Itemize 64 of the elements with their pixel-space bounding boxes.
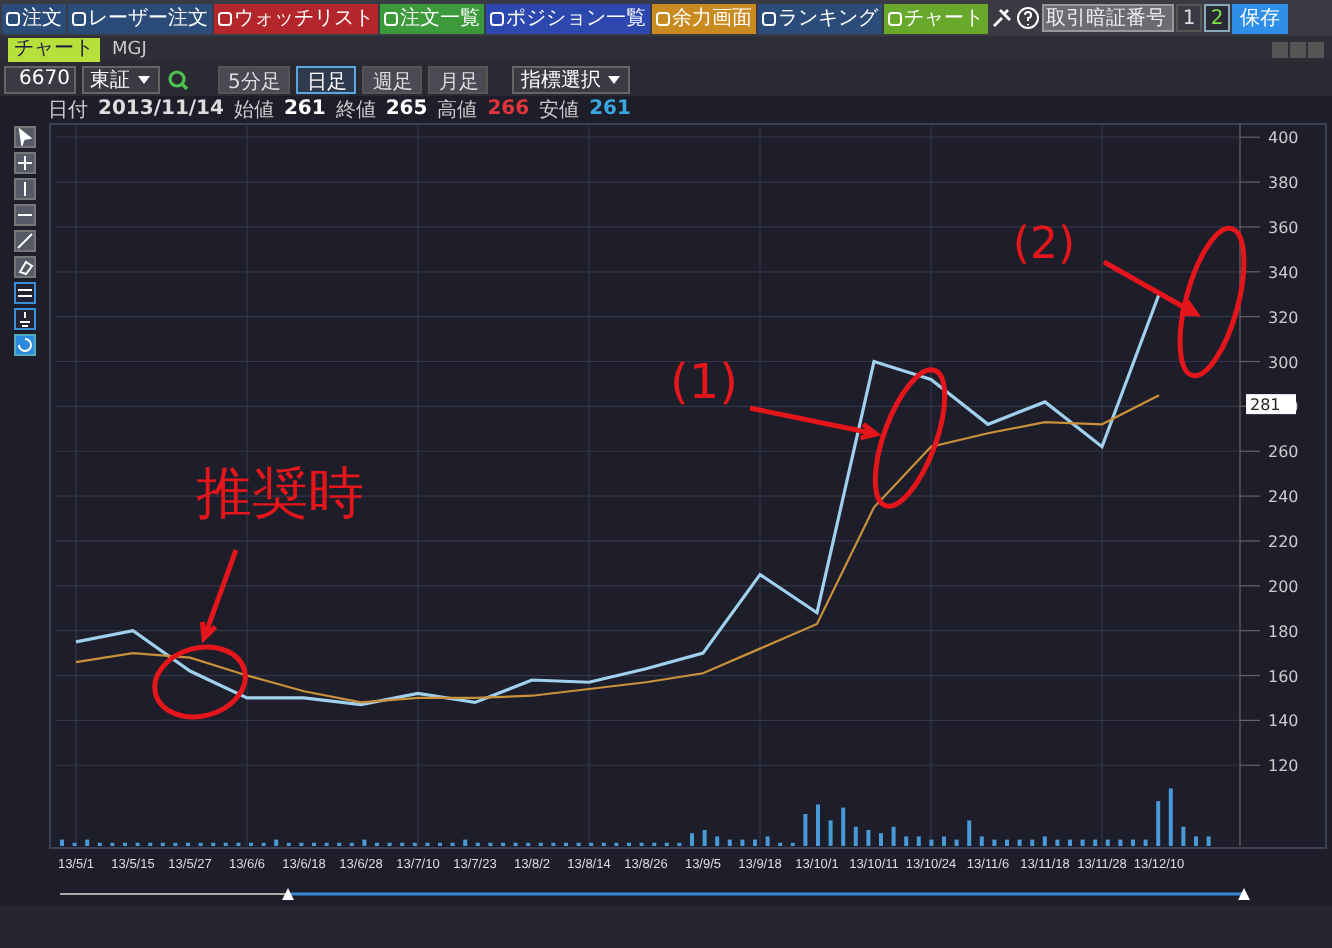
axis-label: 340 — [1268, 263, 1299, 282]
axis-label: 400 — [1268, 129, 1299, 148]
refresh-icon[interactable] — [13, 334, 35, 356]
code-field[interactable]: 6670 — [4, 65, 76, 93]
quote-value: 265 — [385, 98, 428, 120]
toolbar-button[interactable]: レーザー注文 — [68, 3, 212, 33]
axis-label: 260 — [1268, 443, 1299, 462]
axis-label: 200 — [1268, 577, 1299, 596]
axis-label: 380 — [1268, 174, 1299, 193]
market-dropdown[interactable]: 東証 — [82, 65, 160, 93]
range-scrollbar[interactable] — [59, 888, 1250, 900]
axis-label: 240 — [1268, 488, 1299, 507]
toolbar-button[interactable]: ウォッチリスト — [214, 3, 378, 33]
period-button[interactable]: 月足 — [428, 65, 489, 93]
axis-label: 220 — [1268, 532, 1299, 551]
quote-label: 高値 — [437, 97, 478, 123]
axis-label: 180 — [1268, 622, 1299, 641]
lines-icon[interactable] — [13, 282, 35, 304]
pin-field[interactable]: 取引暗証番号 — [1042, 4, 1174, 32]
period-button[interactable]: 週足 — [362, 65, 423, 93]
quote-label: 終値 — [335, 97, 376, 123]
anchor-icon[interactable] — [13, 308, 35, 330]
caret-icon — [136, 73, 152, 85]
quote-value: 261 — [589, 98, 631, 120]
pin-icon[interactable] — [990, 6, 1014, 30]
search-icon[interactable] — [166, 67, 190, 91]
toolbar-button[interactable]: ポジション一覧 — [486, 3, 650, 33]
period-button[interactable]: 5分足 — [218, 65, 291, 93]
page-button[interactable]: 1 — [1176, 4, 1202, 32]
annotation-arrow — [747, 405, 882, 441]
date-value: 2013/11/14 — [98, 98, 224, 120]
quote-value: 261 — [283, 98, 326, 120]
annotation-text: (1) — [670, 354, 738, 410]
axis-label: 160 — [1268, 667, 1299, 686]
quote-label: 安値 — [539, 97, 580, 123]
window-title: MGJ — [112, 39, 147, 59]
toolbar-button[interactable]: 注文 — [2, 3, 66, 33]
quote-label: 始値 — [233, 97, 274, 123]
annotation-arrow — [199, 547, 239, 644]
indicator-dropdown[interactable]: 指標選択 — [512, 65, 631, 93]
annotation-text: (2) — [1012, 220, 1076, 270]
page-button[interactable]: 2 — [1204, 4, 1230, 32]
axis-label: 300 — [1268, 353, 1299, 372]
annotation-text: 推奨時 — [196, 460, 364, 526]
axis-label: 120 — [1268, 757, 1299, 776]
caret-icon — [606, 73, 623, 85]
axis-label: 140 — [1268, 712, 1299, 731]
highlight-circle — [152, 644, 248, 720]
eraser-icon[interactable] — [13, 256, 35, 278]
period-button[interactable]: 日足 — [296, 65, 357, 93]
cursor-icon[interactable] — [13, 126, 35, 148]
window-tab[interactable]: チャート — [8, 37, 100, 61]
help-icon[interactable] — [1016, 6, 1040, 30]
price-tag: 281 — [1246, 394, 1296, 415]
axis-label: 320 — [1268, 308, 1299, 327]
crosshair-icon[interactable] — [13, 152, 35, 174]
highlight-circle — [872, 367, 948, 509]
annotation-arrow — [1101, 259, 1201, 317]
date-label: 日付 — [48, 97, 88, 123]
toolbar-button[interactable]: ランキング — [758, 3, 882, 33]
toolbar-button[interactable]: 注文一覧 — [380, 3, 484, 33]
quote-value: 266 — [487, 98, 530, 120]
axis-label: 360 — [1268, 218, 1299, 237]
trend-line-icon[interactable] — [13, 230, 35, 252]
